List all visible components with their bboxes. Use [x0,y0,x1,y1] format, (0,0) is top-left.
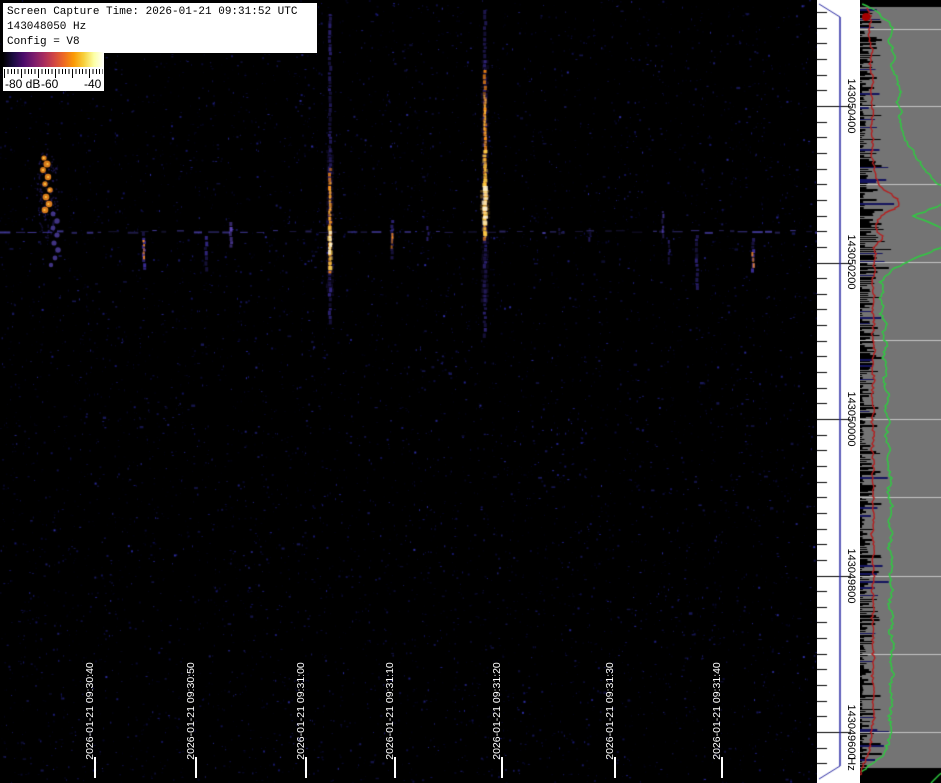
frequency-axis-label: 143049600 [845,704,857,759]
time-axis-label: 2026-01-21 09:31:20 [491,662,503,760]
frequency-line: 143048050 Hz [7,20,314,35]
frequency-unit-label: Hz [845,757,857,770]
frequency-axis-label: 143050200 [845,234,857,289]
time-axis-tick [614,757,616,778]
frequency-axis-label: 143050400 [845,78,857,133]
db-scale-label: -40 [84,77,101,91]
waterfall-display [0,0,817,783]
frequency-axis-label: 143049800 [845,548,857,603]
color-scale-legend: -80 dB-60 -40 [3,51,104,91]
time-axis-label: 2026-01-21 09:30:50 [185,662,197,760]
time-axis-tick [394,757,396,778]
config-line: Config = V8 [7,35,314,50]
time-axis-label: 2026-01-21 09:30:40 [84,662,96,760]
frequency-ruler: 143050400 143050200 143050000 143049800 1430… [817,0,860,783]
time-axis-tick [501,757,503,778]
frequency-axis-label: 143050000 [845,391,857,446]
info-panel: Screen Capture Time: 2026-01-21 09:31:52… [2,2,318,54]
spectrogram-screen-capture: Screen Capture Time: 2026-01-21 09:31:52… [0,0,941,783]
time-axis-label: 2026-01-21 09:31:40 [711,662,723,760]
live-spectrum-display [860,0,941,783]
time-axis-tick [94,757,96,778]
color-scale-gradient-bar [3,52,104,67]
time-axis-label: 2026-01-21 09:31:00 [295,662,307,760]
capture-time-line: Screen Capture Time: 2026-01-21 09:31:52… [7,5,314,20]
time-axis-label: 2026-01-21 09:31:30 [604,662,616,760]
time-axis-tick [305,757,307,778]
time-axis-tick [721,757,723,778]
time-axis-label: 2026-01-21 09:31:10 [384,662,396,760]
time-axis-tick [195,757,197,778]
db-scale-label: -80 dB [5,77,40,91]
db-scale-label: -60 [41,77,58,91]
